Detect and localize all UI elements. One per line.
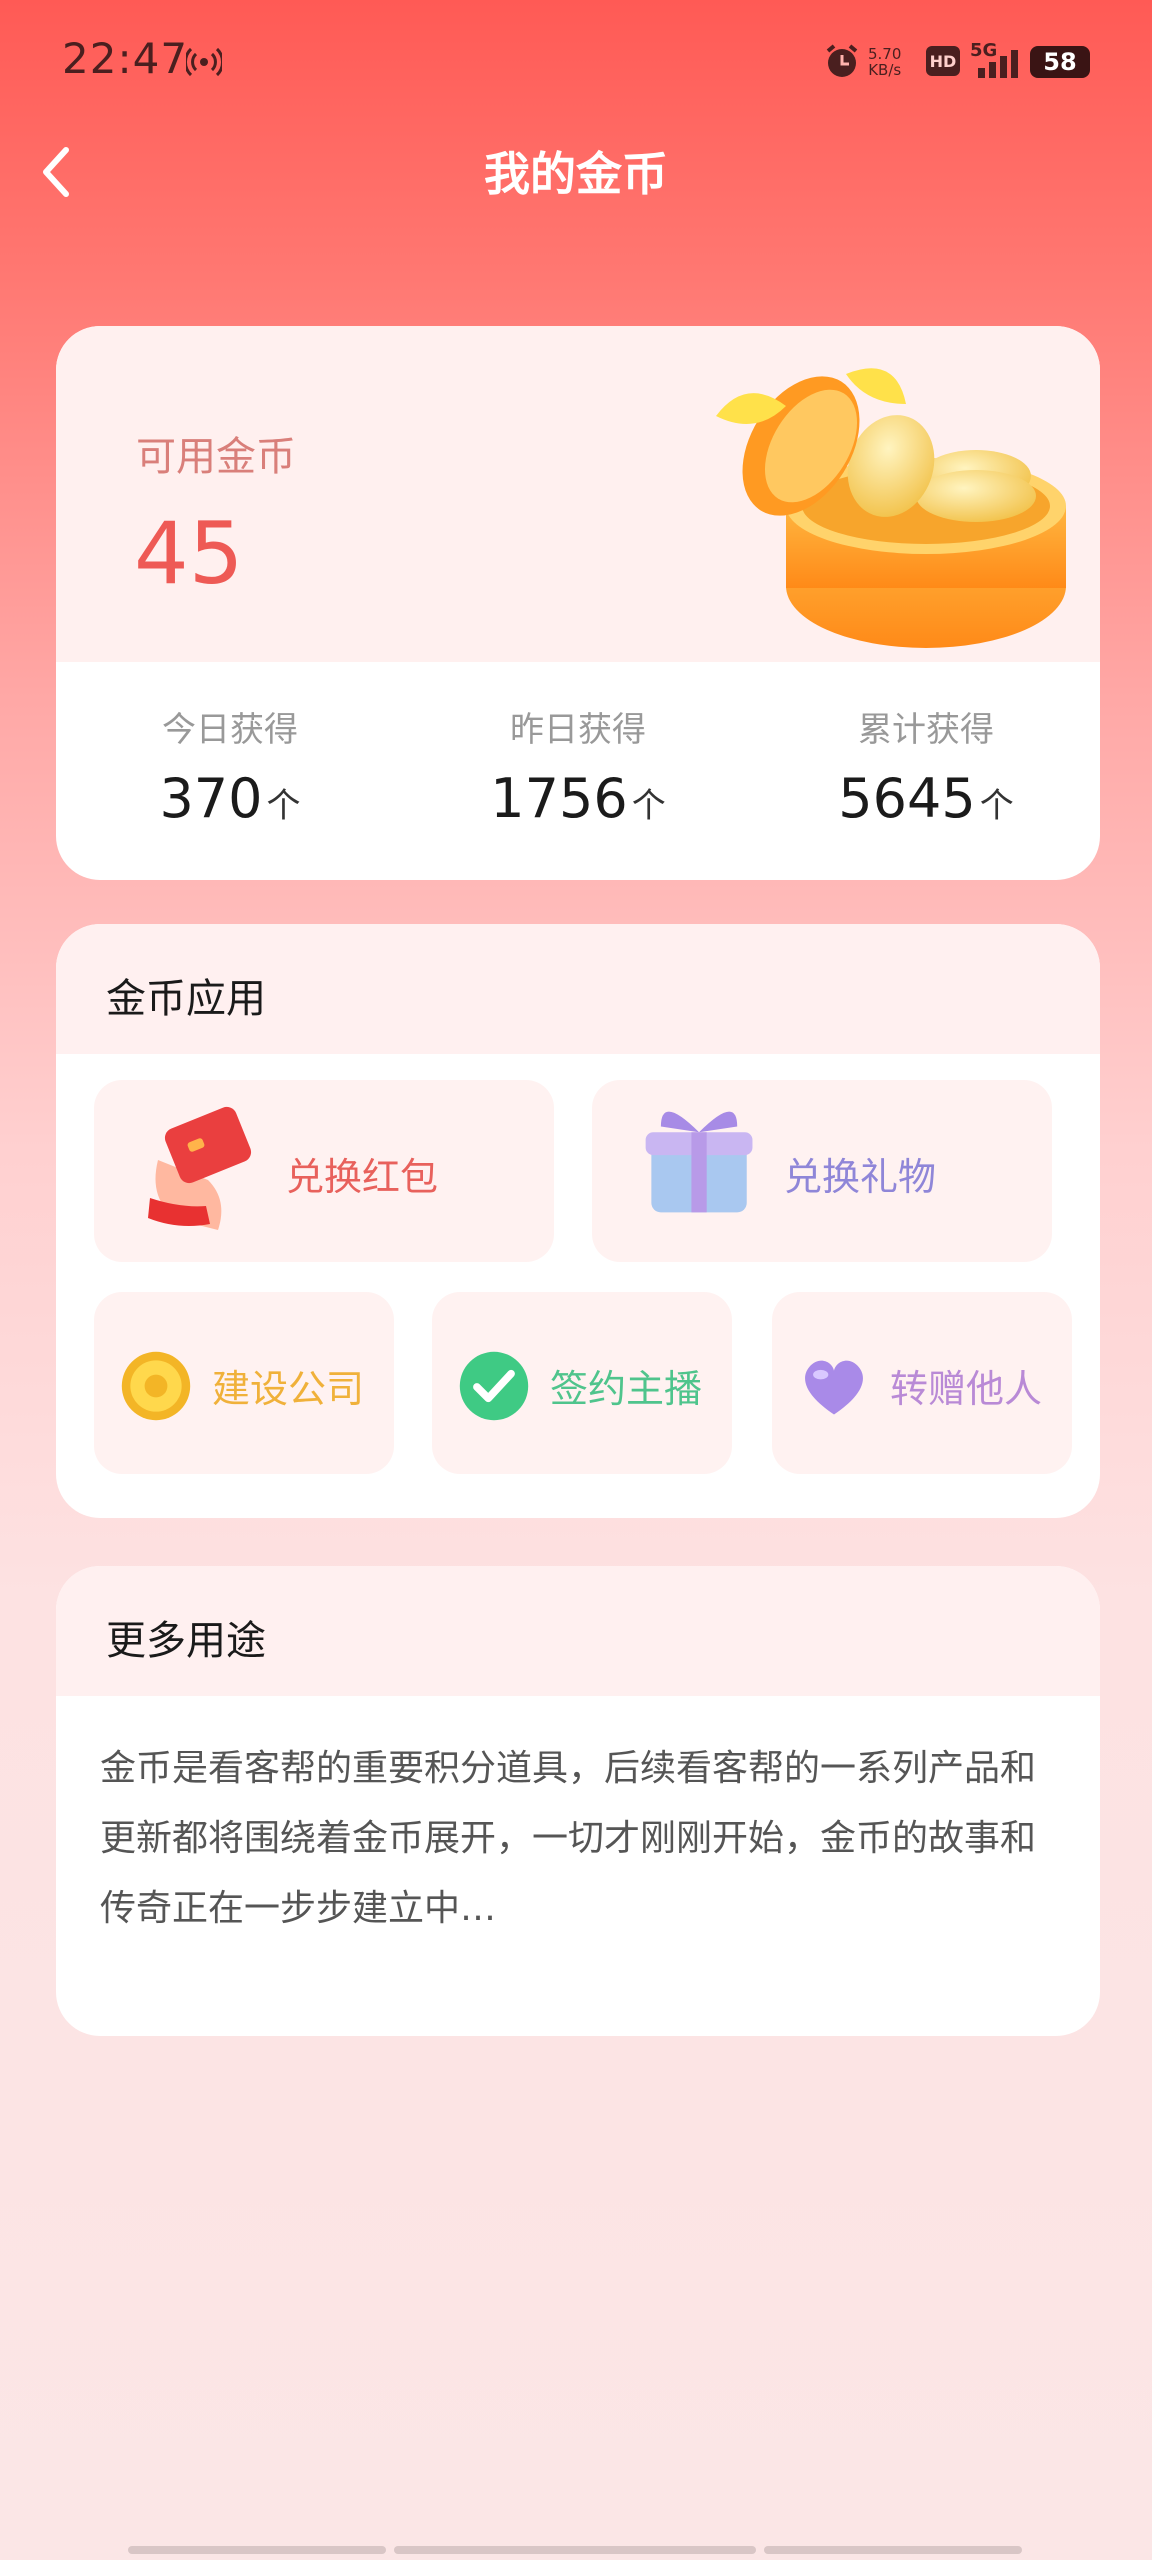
available-coins-label: 可用金币 — [136, 434, 296, 480]
heart-icon — [805, 1360, 863, 1415]
gold-coin-icon — [121, 1351, 191, 1421]
battery-indicator: 58 — [1030, 46, 1090, 78]
redeem-red-packet-label: 兑换红包 — [286, 1155, 439, 1199]
build-company-label: 建设公司 — [212, 1367, 365, 1411]
gift-icon — [645, 1111, 753, 1213]
home-indicator — [764, 2546, 1022, 2554]
today-earned-stat: 今日获得 370 个 — [159, 710, 301, 830]
page-title: 我的金币 — [484, 147, 668, 201]
network-speed: 5.70 KB/s — [868, 45, 902, 79]
sign-anchor-label: 签约主播 — [550, 1367, 703, 1411]
coin-summary-card: 可用金币 45 今日获得 370 个 昨日获得 1756 个 累计获得 5645… — [56, 326, 1100, 880]
status-bar: 22:47 5.70 KB/s HD 5G 58 — [0, 0, 1152, 120]
coin-box-illustration — [716, 368, 1066, 648]
sign-anchor-button[interactable]: 签约主播 — [432, 1292, 732, 1474]
redeem-gift-button[interactable]: 兑换礼物 — [592, 1080, 1052, 1262]
alarm-icon — [826, 44, 858, 77]
hd-badge: HD — [926, 46, 960, 76]
home-indicator — [128, 2546, 386, 2554]
available-coins-value: 45 — [134, 504, 244, 604]
today-earned-value: 370 — [159, 767, 263, 830]
yesterday-earned-value: 1756 — [490, 767, 628, 830]
red-packet-icon — [148, 1106, 252, 1230]
section-title-coin-apps: 金币应用 — [106, 976, 266, 1022]
cellular-signal-icon: 5G — [970, 36, 1024, 88]
more-uses-description: 金币是看客帮的重要积分道具，后续看客帮的一系列产品和更新都将围绕着金币展开，一切… — [100, 1748, 1037, 1929]
coin-apps-card: 金币应用 兑换红包 兑换礼物 建设公司 签约主播 转赠他人 — [56, 924, 1100, 1518]
total-earned-value: 5645 — [838, 767, 976, 830]
status-time: 22:47 — [62, 34, 189, 83]
check-circle-icon — [459, 1351, 529, 1421]
section-title-more-uses: 更多用途 — [106, 1618, 266, 1664]
more-uses-card: 更多用途 金币是看客帮的重要积分道具，后续看客帮的一系列产品和更新都将围绕着金币… — [56, 1566, 1100, 2036]
gift-to-others-button[interactable]: 转赠他人 — [772, 1292, 1072, 1474]
coin-balance-section: 可用金币 45 — [56, 326, 1100, 662]
total-earned-stat: 累计获得 5645 个 — [838, 710, 1014, 830]
redeem-gift-label: 兑换礼物 — [784, 1155, 937, 1199]
home-indicator — [394, 2546, 756, 2554]
build-company-button[interactable]: 建设公司 — [94, 1292, 394, 1474]
hotspot-icon — [186, 47, 222, 77]
redeem-red-packet-button[interactable]: 兑换红包 — [94, 1080, 554, 1262]
gift-to-others-label: 转赠他人 — [890, 1367, 1043, 1411]
yesterday-earned-stat: 昨日获得 1756 个 — [490, 710, 666, 830]
